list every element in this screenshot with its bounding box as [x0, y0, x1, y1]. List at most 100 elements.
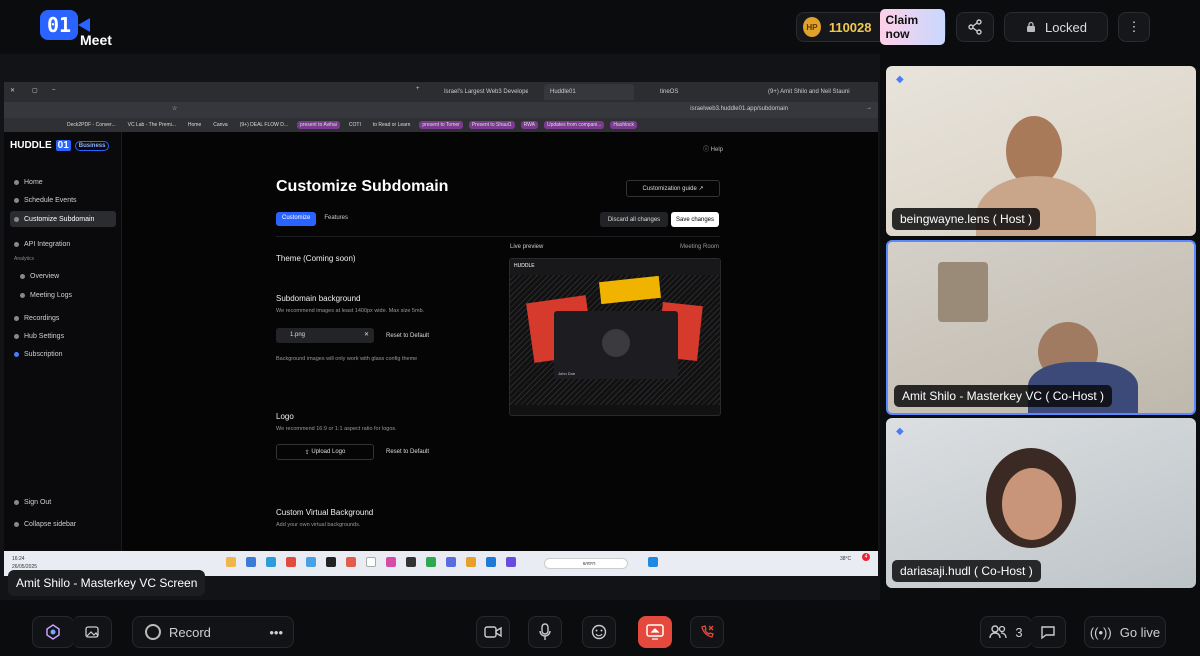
huddle-sidebar: HUDDLE 01 Business Home Schedule Events … — [4, 132, 122, 560]
bookmark[interactable]: Present to Shaul1 — [468, 121, 515, 129]
app-icon[interactable] — [446, 557, 456, 567]
bookmark[interactable]: (9+) DEAL FLOW D... — [237, 121, 291, 129]
app-icon[interactable] — [266, 557, 276, 567]
discard-changes-button[interactable]: Discard all changes — [600, 212, 668, 227]
more-options-button[interactable]: ⋮ — [1118, 12, 1150, 42]
app-icon[interactable] — [226, 557, 236, 567]
people-icon — [989, 625, 1008, 639]
leave-call-button[interactable] — [690, 616, 724, 648]
reset-background-button[interactable]: Reset to Default — [386, 333, 429, 339]
new-tab-icon[interactable]: + — [416, 86, 420, 92]
bookmark[interactable]: to Read or Learn — [370, 121, 414, 129]
bookmark[interactable]: RWA — [520, 121, 538, 129]
meet-logo[interactable]: 01 Meet — [40, 10, 120, 48]
nav-hub-settings[interactable]: Hub Settings — [10, 328, 116, 344]
nav-recordings[interactable]: Recordings — [10, 310, 116, 326]
participant-tile-active[interactable]: Amit Shilo - Masterkey VC ( Co-Host ) — [886, 240, 1196, 415]
app-icon[interactable] — [366, 557, 376, 567]
locked-button[interactable]: Locked — [1004, 12, 1108, 42]
app-icon[interactable] — [426, 557, 436, 567]
bookmark[interactable]: present to Avihai — [297, 121, 340, 129]
browser-tab[interactable]: (9+) Amit Shilo and Neil Stauni — [762, 84, 862, 100]
chat-button[interactable] — [1030, 616, 1066, 648]
windows-start-icon[interactable] — [648, 557, 658, 567]
app-icon[interactable] — [386, 557, 396, 567]
home-icon — [14, 179, 19, 185]
bookmark[interactable]: present to Tomer — [419, 121, 463, 129]
customization-guide-button[interactable]: Customization guide ↗ — [626, 180, 720, 197]
image-button[interactable] — [72, 616, 112, 648]
participants-button[interactable]: 3 — [980, 616, 1032, 648]
help-link[interactable]: ⓘ Help — [703, 144, 723, 153]
microphone-button[interactable] — [528, 616, 562, 648]
diamond-icon: ◆ — [896, 426, 904, 437]
tab-features[interactable]: Features — [318, 212, 354, 226]
participant-tile[interactable]: ◆ dariasaji.hudl ( Co-Host ) — [886, 418, 1196, 588]
url-text[interactable]: israelweb3.huddle01.app/subdomain — [690, 106, 788, 112]
back-arrow-icon[interactable]: → — [866, 105, 872, 111]
collapse-sidebar-button[interactable]: Collapse sidebar — [10, 516, 116, 532]
screen-share-label: Amit Shilo - Masterkey VC Screen — [8, 570, 206, 596]
nav-customize-subdomain[interactable]: Customize Subdomain — [10, 211, 116, 227]
divider — [276, 236, 720, 237]
record-button[interactable]: Record ••• — [132, 616, 294, 648]
emoji-icon — [591, 624, 607, 640]
bookmark[interactable]: Canva — [210, 121, 230, 129]
customize-tabs: Customize Features — [276, 212, 354, 226]
nav-overview[interactable]: Overview — [16, 268, 122, 284]
bookmark[interactable]: Home — [185, 121, 204, 129]
bookmark[interactable]: Deck2PDF - Conver... — [64, 121, 119, 129]
browser-tab-active[interactable]: Huddle01 — [544, 84, 634, 100]
huddle-menu-button[interactable] — [32, 616, 74, 648]
browser-tab[interactable]: tineOS — [654, 84, 744, 100]
participant-tile[interactable]: ◆ beingwayne.lens ( Host ) — [886, 66, 1196, 236]
browser-tab[interactable]: Israel's Largest Web3 Develope — [438, 84, 528, 100]
app-icon[interactable] — [466, 557, 476, 567]
app-icon[interactable] — [406, 557, 416, 567]
tab-customize[interactable]: Customize — [276, 212, 317, 226]
reactions-button[interactable] — [582, 616, 616, 648]
stop-screen-share-button[interactable] — [638, 616, 672, 648]
bookmark[interactable]: Hashlock — [610, 121, 637, 129]
upload-label: Upload Logo — [311, 449, 346, 455]
reset-logo-button[interactable]: Reset to Default — [386, 449, 429, 455]
share-button[interactable] — [956, 12, 994, 42]
go-live-button[interactable]: ((•)) Go live — [1084, 616, 1166, 648]
app-icon[interactable] — [246, 557, 256, 567]
more-horizontal-icon[interactable]: ••• — [269, 625, 283, 640]
nav-meeting-logs[interactable]: Meeting Logs — [16, 287, 122, 303]
app-icon[interactable] — [286, 557, 296, 567]
claim-now-button[interactable]: Claim now — [879, 9, 945, 45]
save-changes-button[interactable]: Save changes — [671, 212, 719, 227]
bookmark-star-icon[interactable]: ☆ — [172, 105, 177, 112]
app-icon[interactable] — [486, 557, 496, 567]
remove-file-icon[interactable]: ✕ — [364, 328, 369, 343]
nav-home[interactable]: Home — [10, 174, 116, 190]
points-widget[interactable]: HP 110028 Claim now — [796, 9, 946, 45]
nav-api-integration[interactable]: API Integration — [10, 236, 116, 252]
app-icon[interactable] — [346, 557, 356, 567]
key-icon — [14, 241, 19, 247]
browser-tab-strip: ✕ ▢ – + Israel's Largest Web3 Develope H… — [4, 82, 878, 102]
camera-button[interactable] — [476, 616, 510, 648]
preview-header: HUDDLE — [510, 259, 720, 275]
chart-icon — [20, 273, 25, 279]
app-icon[interactable] — [306, 557, 316, 567]
bookmark[interactable]: VC Lab - The Premi... — [125, 121, 179, 129]
taskbar-search[interactable]: חיפוש — [544, 558, 628, 569]
nav-subscription[interactable]: Subscription — [10, 346, 116, 362]
go-live-label: Go live — [1119, 624, 1161, 640]
bookmark[interactable]: COTI — [346, 121, 364, 129]
nav-schedule-events[interactable]: Schedule Events — [10, 192, 116, 208]
background-file-chip[interactable]: 1.png ✕ — [276, 328, 374, 343]
nav-label: Hub Settings — [24, 332, 65, 340]
upload-logo-button[interactable]: ⇪ Upload Logo — [276, 444, 374, 460]
analytics-section-label: Analytics — [14, 256, 35, 262]
sign-out-button[interactable]: Sign Out — [10, 494, 116, 510]
bookmark[interactable]: Updates from compani... — [543, 121, 605, 129]
record-label: Record — [169, 624, 211, 640]
app-icon[interactable] — [326, 557, 336, 567]
points-count: 110028 — [828, 19, 872, 35]
app-icon[interactable] — [506, 557, 516, 567]
bookmarks-bar: Deck2PDF - Conver... VC Lab - The Premi.… — [4, 118, 878, 132]
